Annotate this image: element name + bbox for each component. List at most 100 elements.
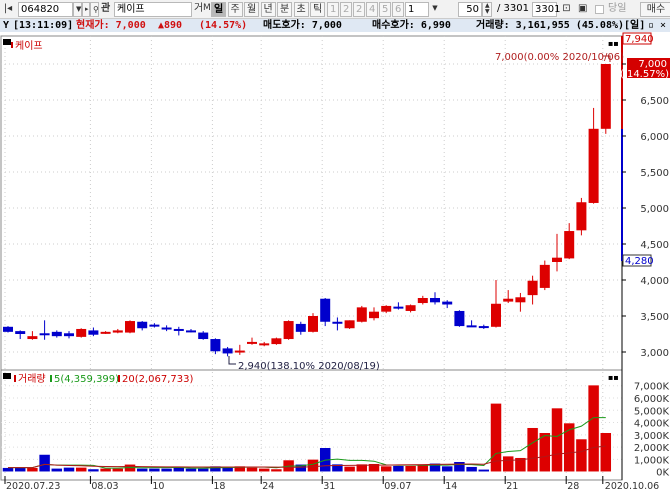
candle-body: [186, 330, 196, 333]
price-tick-label: 6,000: [640, 132, 669, 143]
candle-body: [576, 202, 587, 231]
volume-bar: [38, 454, 51, 472]
candle: [308, 313, 318, 333]
candle: [454, 310, 465, 327]
volume-bar: [112, 468, 124, 472]
volume-tick-label: 3,000K: [634, 431, 670, 442]
candle-body: [112, 330, 123, 333]
date-tick-label: 2020.10.06: [605, 481, 659, 490]
candle-body: [369, 311, 379, 319]
panel-icon[interactable]: [3, 39, 11, 45]
date-tick-label: 10: [152, 481, 164, 490]
volume-panel-buttons-icon[interactable]: ▪▪: [608, 373, 619, 382]
candle-body: [149, 324, 160, 327]
candle-body: [283, 321, 294, 340]
volume-bar: [26, 467, 39, 472]
candle-body: [51, 331, 62, 337]
volume-bar: [539, 432, 551, 472]
candle-body: [295, 323, 306, 332]
price-tick-label: 4,000: [640, 276, 669, 287]
candle-body: [100, 331, 111, 334]
volume-bar: [307, 459, 319, 472]
candle-body: [344, 320, 355, 329]
ma5-label: 5(4,359,399): [54, 374, 119, 385]
volume-bar: [75, 467, 87, 472]
candle-body: [39, 333, 50, 336]
candle-body: [356, 307, 367, 322]
candle-body: [271, 338, 282, 345]
volume-bar: [465, 466, 478, 472]
volume-bar: [270, 468, 283, 472]
candle: [576, 197, 587, 236]
volume-bar: [63, 467, 75, 472]
volume-tick-label: 7,000K: [634, 382, 670, 393]
candle-body: [320, 298, 331, 322]
date-tick-label: 08.03: [91, 481, 118, 490]
low-annotation: 2,940(138.10% 2020/08/19): [238, 361, 380, 372]
volume-bar: [148, 468, 161, 472]
volume-bar: [51, 468, 63, 472]
volume-bar: [587, 384, 600, 472]
candle: [539, 260, 550, 291]
candle: [3, 326, 13, 333]
candle-body: [64, 333, 74, 337]
candle-body: [76, 328, 87, 337]
volume-bar: [136, 468, 148, 472]
price-tick-label: 3,500: [640, 312, 669, 323]
candle: [125, 320, 135, 334]
volume-panel-title: 거래량: [18, 373, 46, 385]
volume-marker: [14, 375, 16, 382]
candle-body: [393, 306, 404, 309]
current-pct-label: ( 14.57%): [620, 69, 669, 80]
candle-body: [234, 350, 245, 353]
candle-body: [137, 321, 148, 329]
candle-body: [466, 325, 477, 328]
volume-panel-icon[interactable]: [3, 373, 11, 379]
date-tick-label: 14: [445, 481, 457, 490]
candle-body: [308, 316, 318, 332]
candle-body: [3, 326, 13, 332]
price-tick-label: 4,500: [640, 240, 669, 251]
candle-body: [491, 303, 501, 327]
lower-limit-label: 4,280: [625, 256, 654, 267]
high-annotation: 7,000(0.00% 2020/10/06): [495, 52, 624, 63]
stock-chart: 6,500 6,000 5,500 5,000 4,500 4,000 3,500 3,000…: [0, 32, 670, 490]
volume-bar: [185, 468, 197, 472]
volume-bar: [14, 467, 26, 472]
candle-body: [198, 332, 209, 340]
price-panel-title: 케이프: [15, 40, 43, 52]
date-tick-label: 31: [323, 481, 335, 490]
candle: [283, 320, 294, 340]
candle-body: [15, 331, 26, 334]
candle-body: [247, 341, 257, 344]
candle-body: [259, 343, 270, 346]
date-tick-label: 28: [567, 481, 579, 490]
date-tick-label: 18: [213, 481, 225, 490]
candle-body: [588, 128, 599, 203]
volume-tick-label: 6,000K: [634, 394, 670, 405]
volume-bar: [404, 465, 417, 472]
volume-bar: [246, 467, 258, 472]
volume-bar: [392, 465, 405, 472]
volume-bar: [99, 468, 112, 472]
candle-body: [173, 328, 184, 331]
volume-tick-label: 2,000K: [634, 443, 670, 454]
ma5-marker: [50, 375, 52, 382]
candle: [600, 64, 611, 134]
candle-body: [442, 301, 453, 305]
panel-buttons-icon[interactable]: ▪▪: [608, 39, 619, 48]
candle-body: [27, 336, 38, 340]
series-marker: [11, 42, 13, 48]
volume-bar: [417, 464, 429, 472]
date-tick-label: 24: [262, 481, 274, 490]
price-axis: 6,500 6,000 5,500 5,000 4,500 4,000 3,500 3,000: [622, 63, 669, 359]
date-tick-label: 09.07: [384, 481, 411, 490]
ma20-marker: [118, 375, 120, 382]
candle-body: [125, 321, 135, 333]
volume-bar: [380, 465, 392, 472]
candle: [344, 320, 355, 329]
candle-body: [210, 339, 221, 352]
volume-bar: [478, 469, 490, 472]
candle-body: [552, 257, 562, 262]
upper-limit-label: 7,940: [625, 34, 654, 45]
